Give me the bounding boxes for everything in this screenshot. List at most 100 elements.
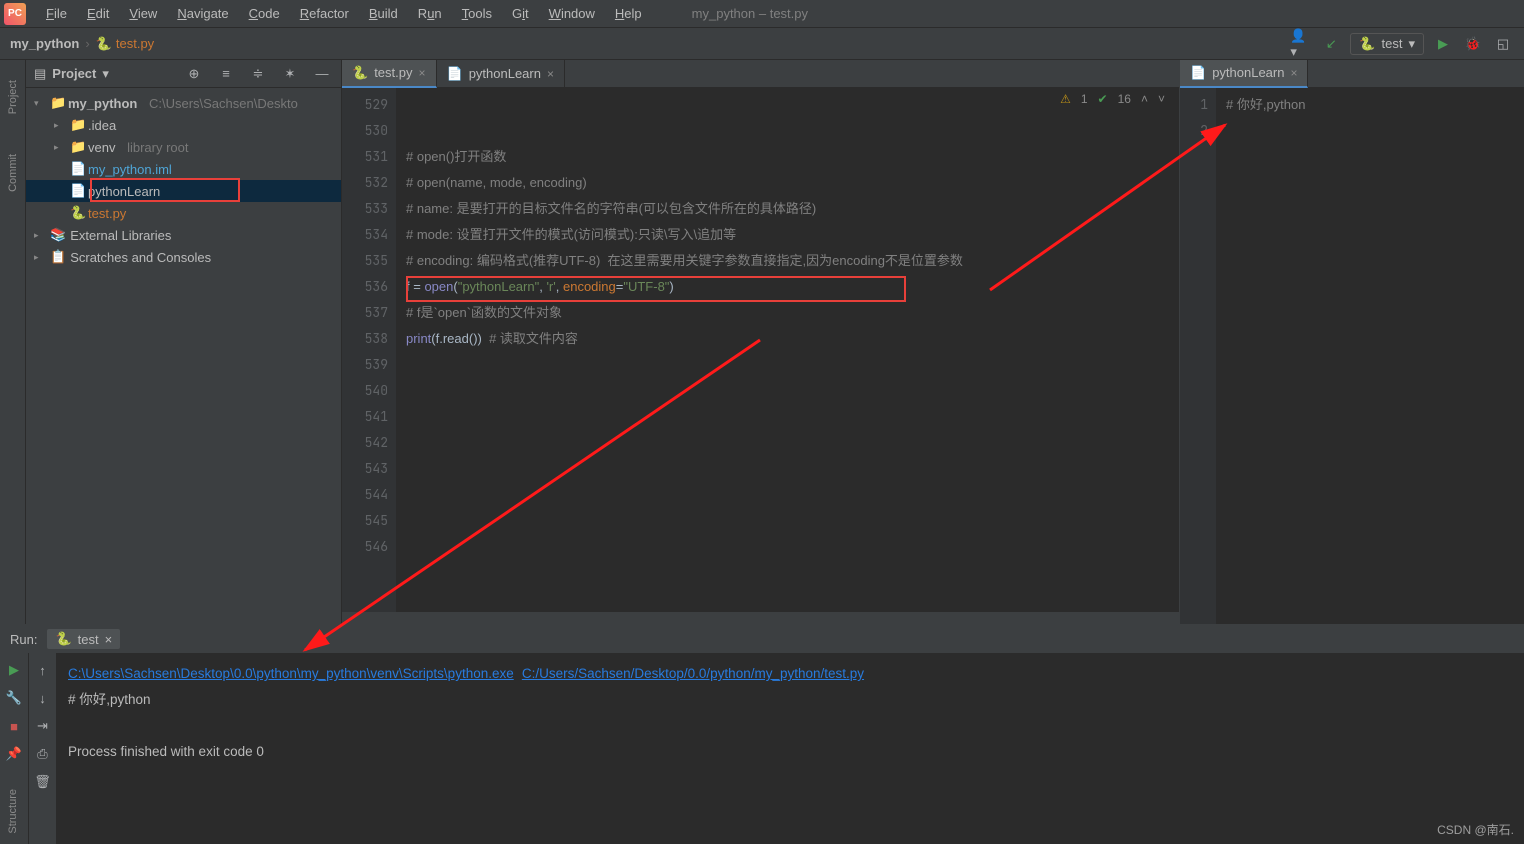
trash-icon[interactable]: 🗑 xyxy=(32,771,54,793)
up-icon[interactable]: ↑ xyxy=(32,659,54,681)
menu-window[interactable]: Window xyxy=(539,3,605,24)
main-area: Project Commit ▤ Project ▾ ⊕ ≡ ≑ ✶ — ▾ 📁… xyxy=(0,60,1524,624)
tree-testpy[interactable]: 🐍 test.py xyxy=(26,202,341,224)
run-panel-body: ▶ 🔧 ■ 📌 ↑ ↓ ⇥ ⎙ 🗑 C:\Users\Sachsen\Deskt… xyxy=(0,653,1524,844)
tree-scratches[interactable]: ▸ 📋 Scratches and Consoles xyxy=(26,246,341,268)
menu-file[interactable]: File xyxy=(36,3,77,24)
file-icon: 📄 xyxy=(70,183,84,199)
user-icon[interactable]: 👤▾ xyxy=(1290,33,1312,55)
breadcrumb-root[interactable]: my_python xyxy=(10,36,79,51)
chevron-down-icon: ▾ xyxy=(1408,36,1415,52)
run-coverage-icon[interactable]: ◱ xyxy=(1492,33,1514,55)
python-icon: 🐍 xyxy=(70,205,84,221)
collapse-icon[interactable]: ≑ xyxy=(247,63,269,85)
h-scrollbar[interactable] xyxy=(342,612,1179,624)
settings-icon[interactable]: ✶ xyxy=(279,63,301,85)
git-update-icon[interactable]: ↙ xyxy=(1320,33,1342,55)
window-title: my_python – test.py xyxy=(692,6,808,21)
tab-pythonlearn[interactable]: 📄 pythonLearn × xyxy=(437,60,565,88)
rerun-button[interactable]: ▶ xyxy=(3,659,25,681)
run-button[interactable]: ▶ xyxy=(1432,33,1454,55)
pin-icon[interactable]: 📌 xyxy=(3,743,25,765)
editor-tabs-right: 📄 pythonLearn × xyxy=(1180,60,1524,88)
file-icon: 📄 xyxy=(70,161,84,177)
check-icon: ✔ xyxy=(1098,92,1108,106)
breadcrumb-file[interactable]: 🐍 test.py xyxy=(96,36,154,52)
menu-help[interactable]: Help xyxy=(605,3,652,24)
editor-body-left[interactable]: ⚠1 ✔16 ˄ ˅ 52953053153253353453553653753… xyxy=(342,88,1179,612)
run-output[interactable]: C:\Users\Sachsen\Desktop\0.0\python\my_p… xyxy=(56,653,1524,844)
down-icon[interactable]: ↓ xyxy=(32,687,54,709)
editor-area: 🐍 test.py × 📄 pythonLearn × ⚠1 ✔16 ˄ ˅ 5… xyxy=(342,60,1524,624)
close-icon[interactable]: × xyxy=(1290,66,1297,80)
down-icon[interactable]: ˅ xyxy=(1158,92,1165,106)
wrench-icon[interactable]: 🔧 xyxy=(3,687,25,709)
editor-right: 📄 pythonLearn × 12 # 你好,python xyxy=(1180,60,1524,624)
tab-pythonlearn-right[interactable]: 📄 pythonLearn × xyxy=(1180,60,1308,88)
tree-idea[interactable]: ▸ 📁 .idea xyxy=(26,114,341,136)
line-numbers: 5295305315325335345355365375385395405415… xyxy=(342,88,396,612)
scratch-icon: 📋 xyxy=(50,249,66,265)
python-icon: 🐍 xyxy=(1359,36,1375,52)
run-config-select[interactable]: 🐍 test ▾ xyxy=(1350,33,1424,55)
menu-view[interactable]: View xyxy=(119,3,167,24)
locate-icon[interactable]: ⊕ xyxy=(183,63,205,85)
run-tab[interactable]: 🐍 test × xyxy=(47,629,120,649)
breadcrumb-sep: › xyxy=(85,36,89,51)
tree-pythonlearn[interactable]: 📄 pythonLearn xyxy=(26,180,341,202)
tree-external[interactable]: ▸ 📚 External Libraries xyxy=(26,224,341,246)
project-panel-header: ▤ Project ▾ ⊕ ≡ ≑ ✶ — xyxy=(26,60,341,88)
expand-icon[interactable]: ≡ xyxy=(215,63,237,85)
gutter-commit[interactable]: Commit xyxy=(7,154,19,192)
run-panel-label: Run: xyxy=(10,632,37,647)
menu-git[interactable]: Git xyxy=(502,3,539,24)
tab-test-py[interactable]: 🐍 test.py × xyxy=(342,60,437,88)
breadcrumb: my_python › 🐍 test.py xyxy=(10,36,154,52)
chevron-right-icon: ▸ xyxy=(34,230,46,241)
python-icon: 🐍 xyxy=(55,631,71,647)
close-icon[interactable]: × xyxy=(547,67,554,81)
code-content[interactable]: # open()打开函数 # open(name, mode, encoding… xyxy=(396,88,1179,612)
app-icon: PC xyxy=(4,3,26,25)
hide-icon[interactable]: — xyxy=(311,63,333,85)
gutter-structure-container: Structure xyxy=(0,789,26,834)
chevron-down-icon: ▾ xyxy=(34,98,46,109)
editor-analysis-status[interactable]: ⚠1 ✔16 ˄ ˅ xyxy=(1060,92,1165,106)
tree-venv[interactable]: ▸ 📁 venv library root xyxy=(26,136,341,158)
tree-iml[interactable]: 📄 my_python.iml xyxy=(26,158,341,180)
up-icon[interactable]: ˄ xyxy=(1141,92,1148,106)
menu-navigate[interactable]: Navigate xyxy=(167,3,238,24)
chevron-right-icon: ▸ xyxy=(54,142,66,153)
folder-icon: 📁 xyxy=(70,139,84,155)
output-exit: Process finished with exit code 0 xyxy=(68,739,1512,765)
menu-run[interactable]: Run xyxy=(408,3,452,24)
python-icon: 🐍 xyxy=(352,65,368,81)
python-icon: 🐍 xyxy=(96,36,112,52)
output-line: # 你好,python xyxy=(68,687,1512,713)
stop-button[interactable]: ■ xyxy=(3,715,25,737)
code-content-right[interactable]: # 你好,python xyxy=(1216,88,1524,624)
project-tree: ▾ 📁 my_python C:\Users\Sachsen\Deskto ▸ … xyxy=(26,88,341,272)
project-panel: ▤ Project ▾ ⊕ ≡ ≑ ✶ — ▾ 📁 my_python C:\U… xyxy=(26,60,342,624)
close-icon[interactable]: × xyxy=(105,632,113,647)
close-icon[interactable]: × xyxy=(418,66,425,80)
gutter-structure[interactable]: Structure xyxy=(7,789,19,834)
gutter-project[interactable]: Project xyxy=(7,80,19,114)
tree-root[interactable]: ▾ 📁 my_python C:\Users\Sachsen\Deskto xyxy=(26,92,341,114)
menu-code[interactable]: Code xyxy=(239,3,290,24)
editor-body-right[interactable]: 12 # 你好,python xyxy=(1180,88,1524,624)
exe-path-link[interactable]: C:\Users\Sachsen\Desktop\0.0\python\my_p… xyxy=(68,666,514,681)
menu-edit[interactable]: Edit xyxy=(77,3,119,24)
file-icon: 📄 xyxy=(1190,65,1206,81)
chevron-right-icon: ▸ xyxy=(54,120,66,131)
wrap-icon[interactable]: ⇥ xyxy=(32,715,54,737)
chevron-down-icon[interactable]: ▾ xyxy=(102,66,109,82)
print-icon[interactable]: ⎙ xyxy=(32,743,54,765)
project-panel-title: Project xyxy=(52,66,96,81)
menu-tools[interactable]: Tools xyxy=(452,3,502,24)
menu-build[interactable]: Build xyxy=(359,3,408,24)
script-path-link[interactable]: C:/Users/Sachsen/Desktop/0.0/python/my_p… xyxy=(522,666,864,681)
menu-refactor[interactable]: Refactor xyxy=(290,3,359,24)
run-tools-column2: ↑ ↓ ⇥ ⎙ 🗑 xyxy=(28,653,56,844)
debug-button[interactable]: 🐞 xyxy=(1462,33,1484,55)
